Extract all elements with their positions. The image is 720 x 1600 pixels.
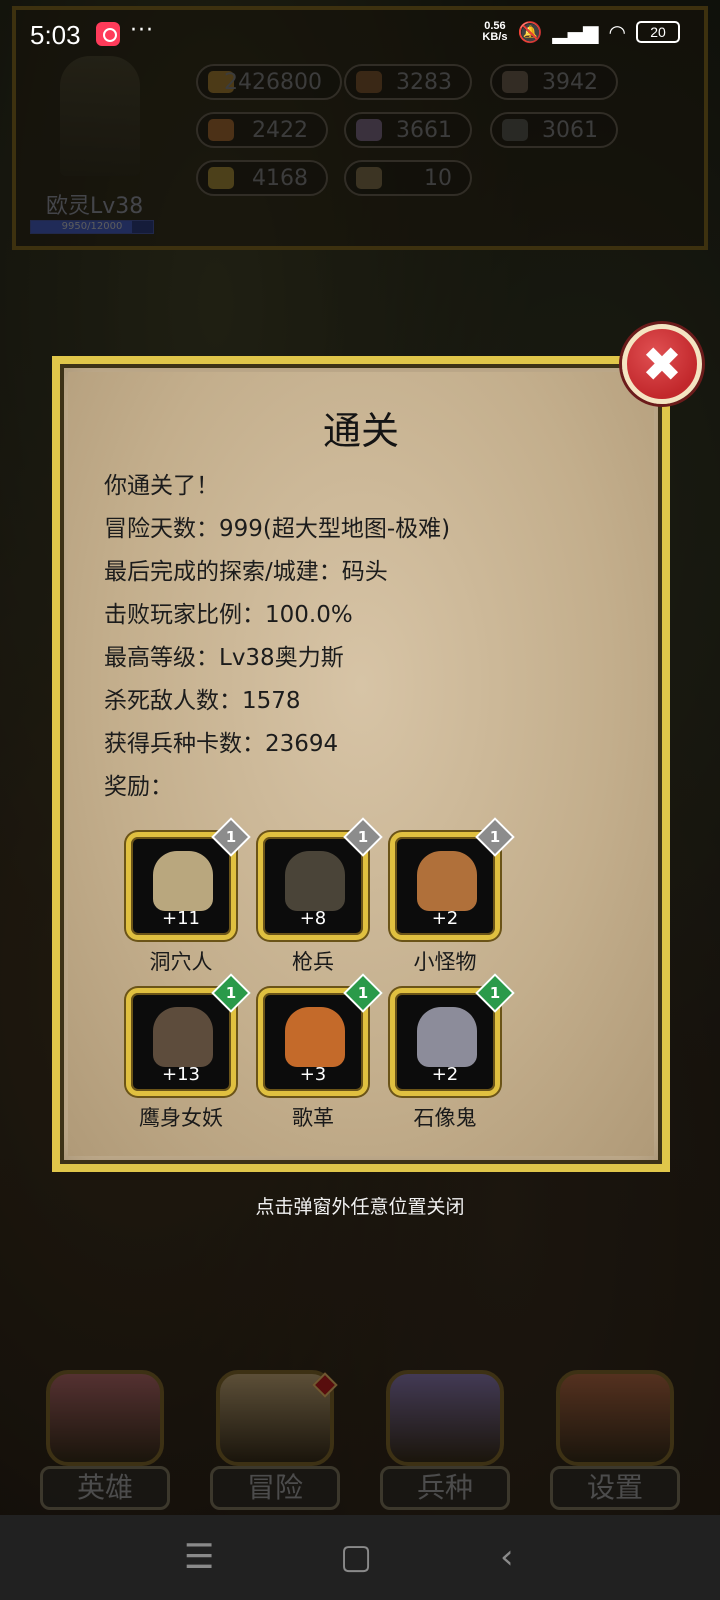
gog-icon [285, 1007, 345, 1067]
reward-frame: +2 1 [390, 817, 515, 940]
close-icon: ✖ [641, 337, 683, 393]
reward-name: 石像鬼 [413, 1106, 477, 1130]
app-notification-icon [96, 22, 120, 46]
reward-name: 枪兵 [292, 950, 334, 974]
pikeman-icon [285, 851, 345, 911]
reward-name: 洞穴人 [149, 950, 213, 974]
dialog-title: 通关 [322, 409, 399, 453]
hd-signal-icon: ▂▄▆ [552, 20, 599, 44]
info-days: 冒险天数：999(超大型地图-极难) [104, 516, 451, 542]
menu-icon[interactable]: ☰ [184, 1537, 214, 1577]
back-icon[interactable]: ‹ [500, 1537, 514, 1577]
close-button[interactable]: ✖ [622, 324, 702, 404]
harpy-icon [153, 1007, 213, 1067]
info-complete: 你通关了！ [104, 473, 219, 499]
reward-count: +11 [162, 908, 200, 929]
reward-card[interactable]: +8 1 枪兵 [258, 817, 383, 976]
reward-card[interactable]: +2 1 石像鬼 [390, 973, 515, 1132]
reward-frame: +11 1 [126, 817, 251, 940]
net-speed: 0.56 KB/s [482, 20, 508, 43]
reward-name: 鹰身女妖 [139, 1106, 223, 1130]
reward-card[interactable]: +2 1 小怪物 [390, 817, 515, 976]
status-time: 5:03 [30, 20, 81, 50]
info-defeat-ratio: 击败玩家比例：100.0% [104, 602, 353, 628]
home-icon[interactable]: ▢ [340, 1537, 372, 1577]
reward-frame: +13 1 [126, 973, 251, 1096]
caveman-icon [153, 851, 213, 911]
info-max-level: 最高等级：Lv38奥力斯 [104, 645, 344, 671]
reward-name: 小怪物 [413, 950, 477, 974]
reward-frame: +8 1 [258, 817, 383, 940]
info-cards: 获得兵种卡数：23694 [104, 731, 339, 757]
mute-icon: 🔕 [517, 20, 543, 44]
gargoyle-icon [417, 1007, 477, 1067]
reward-name: 歌革 [292, 1106, 334, 1130]
reward-card[interactable]: +3 1 歌革 [258, 973, 383, 1132]
reward-count: +3 [299, 1064, 327, 1085]
info-kills: 杀死敌人数：1578 [104, 688, 301, 714]
info-rewards-label: 奖励： [104, 774, 173, 800]
reward-count: +8 [299, 908, 327, 929]
info-last-build: 最后完成的探索/城建：码头 [104, 559, 388, 585]
status-bar: 5:03 ··· 0.56 KB/s 🔕 ▂▄▆ ◠ 20 [0, 0, 720, 70]
reward-frame: +2 1 [390, 973, 515, 1096]
reward-count: +2 [431, 908, 459, 929]
reward-card[interactable]: +11 1 洞穴人 [126, 817, 251, 976]
imp-icon [417, 851, 477, 911]
system-nav-bar: ☰ ▢ ‹ [0, 1515, 720, 1600]
reward-card[interactable]: +13 1 鹰身女妖 [126, 973, 251, 1132]
more-notifications: ··· [130, 18, 154, 43]
battery-icon: 20 [636, 21, 680, 43]
close-hint: 点击弹窗外任意位置关闭 [255, 1196, 465, 1218]
reward-frame: +3 1 [258, 973, 383, 1096]
reward-count: +13 [162, 1064, 200, 1085]
reward-count: +2 [431, 1064, 459, 1085]
wifi-icon: ◠ [608, 20, 626, 44]
